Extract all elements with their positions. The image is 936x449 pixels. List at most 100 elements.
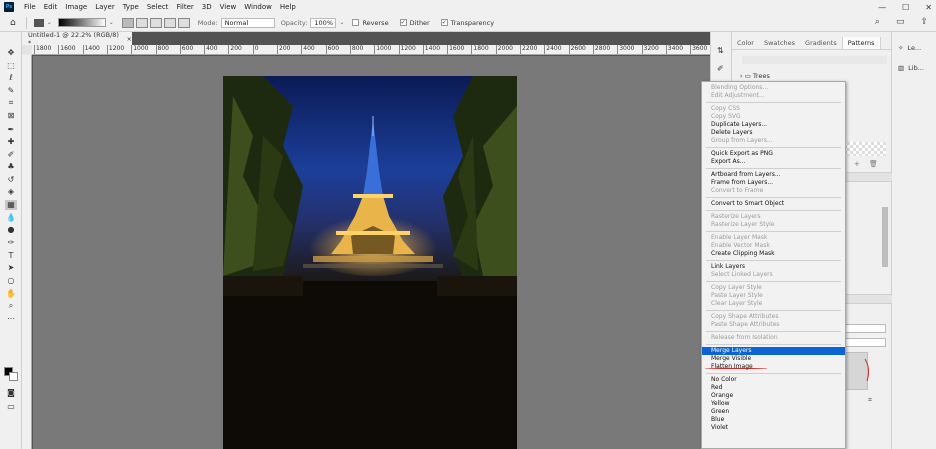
menu-item-edit-adjustment[interactable]: Edit Adjustment... xyxy=(702,92,845,100)
menu-item-rasterize-layer-style[interactable]: Rasterize Layer Style xyxy=(702,221,845,229)
menu-item-blending-options[interactable]: Blending Options... xyxy=(702,84,845,92)
frame-tool-icon[interactable]: ⊠ xyxy=(5,111,17,121)
blur-tool-icon[interactable]: 💧 xyxy=(5,213,17,223)
close-icon[interactable]: × xyxy=(127,35,132,43)
menu-item-red[interactable]: Red xyxy=(702,384,845,392)
type-tool-icon[interactable]: T xyxy=(5,251,17,261)
close-icon[interactable]: ✕ xyxy=(925,3,932,12)
learn-panel-entry[interactable]: ✧ Le... xyxy=(898,44,921,52)
history-brush-icon[interactable]: ↺ xyxy=(5,175,17,185)
reverse-checkbox[interactable] xyxy=(352,19,360,26)
menu-item-delete-layers[interactable]: Delete Layers xyxy=(702,129,845,137)
menu-item-export-as[interactable]: Export As... xyxy=(702,158,845,166)
lock-icon[interactable]: ⌗ xyxy=(868,396,872,405)
screen-mode-icon[interactable]: ▭ xyxy=(5,402,17,412)
healing-brush-icon[interactable]: ✚ xyxy=(5,137,17,147)
add-pattern-icon[interactable]: + xyxy=(854,160,860,168)
menu-item-artboard-from-layers[interactable]: Artboard from Layers... xyxy=(702,171,845,179)
quick-select-tool-icon[interactable]: ✎ xyxy=(5,86,17,96)
menu-item-blue[interactable]: Blue xyxy=(702,416,845,424)
marquee-tool-icon[interactable]: ⬚ xyxy=(5,61,17,71)
menu-item-select-linked-layers[interactable]: Select Linked Layers xyxy=(702,271,845,279)
tab-swatches[interactable]: Swatches xyxy=(759,37,800,49)
panel-scrollbar[interactable] xyxy=(882,207,888,267)
home-icon[interactable]: ⌂ xyxy=(10,18,16,28)
opacity-field[interactable]: 100% xyxy=(310,17,337,28)
libraries-panel-entry[interactable]: ▥ Lib... xyxy=(898,64,924,72)
menu-item-release-from-isolation[interactable]: Release from Isolation xyxy=(702,334,845,342)
menu-item-create-clipping-mask[interactable]: Create Clipping Mask xyxy=(702,250,845,258)
angle-gradient-button[interactable] xyxy=(149,17,162,28)
menu-item-flatten-image[interactable]: Flatten Image xyxy=(702,363,845,371)
menu-item-enable-layer-mask[interactable]: Enable Layer Mask xyxy=(702,234,845,242)
menu-item-copy-shape-attributes[interactable]: Copy Shape Attributes xyxy=(702,313,845,321)
menu-item-yellow[interactable]: Yellow xyxy=(702,400,845,408)
more-tools-icon[interactable]: ⋯ xyxy=(5,314,17,324)
move-tool-icon[interactable]: ✥ xyxy=(5,48,17,58)
vertical-ruler[interactable] xyxy=(22,55,32,449)
path-select-tool-icon[interactable]: ➤ xyxy=(5,263,17,273)
radial-gradient-button[interactable] xyxy=(135,17,148,28)
chevron-down-icon[interactable]: ⌄ xyxy=(47,19,52,26)
menu-item-merge-layers[interactable]: Merge Layers xyxy=(702,347,845,355)
gradient-tool-icon[interactable]: ▦ xyxy=(5,200,17,210)
menu-item-merge-visible[interactable]: Merge Visible xyxy=(702,355,845,363)
reflected-gradient-button[interactable] xyxy=(163,17,176,28)
dodge-tool-icon[interactable]: ● xyxy=(5,225,17,235)
menu-type[interactable]: Type xyxy=(119,3,143,11)
menu-item-group-from-layers[interactable]: Group from Layers... xyxy=(702,137,845,145)
menu-item-copy-css[interactable]: Copy CSS xyxy=(702,105,845,113)
menu-item-quick-export-as-png[interactable]: Quick Export as PNG xyxy=(702,150,845,158)
tab-color[interactable]: Color xyxy=(732,37,759,49)
minimize-icon[interactable]: — xyxy=(878,3,886,12)
menu-item-clear-layer-style[interactable]: Clear Layer Style xyxy=(702,300,845,308)
chevron-down-icon[interactable]: ⌄ xyxy=(109,19,114,26)
menu-filter[interactable]: Filter xyxy=(172,3,197,11)
menu-edit[interactable]: Edit xyxy=(40,3,62,11)
pattern-thumbnail[interactable] xyxy=(844,142,886,156)
zoom-tool-icon[interactable]: ⌕ xyxy=(5,301,17,311)
clone-stamp-icon[interactable]: ♣ xyxy=(5,162,17,172)
linear-gradient-button[interactable] xyxy=(121,17,134,28)
menu-select[interactable]: Select xyxy=(143,3,173,11)
menu-layer[interactable]: Layer xyxy=(91,3,119,11)
trees-folder[interactable]: › ▭ Trees xyxy=(740,72,770,80)
lasso-tool-icon[interactable]: ℓ xyxy=(5,73,17,83)
canvas-area[interactable] xyxy=(33,56,710,449)
menu-file[interactable]: File xyxy=(20,3,40,11)
pattern-search-input[interactable] xyxy=(742,56,887,64)
menu-window[interactable]: Window xyxy=(240,3,276,11)
menu-3d[interactable]: 3D xyxy=(198,3,216,11)
crop-tool-icon[interactable]: ⌗ xyxy=(5,98,17,108)
menu-item-convert-to-frame[interactable]: Convert to Frame xyxy=(702,187,845,195)
menu-item-frame-from-layers[interactable]: Frame from Layers... xyxy=(702,179,845,187)
eraser-tool-icon[interactable]: ◈ xyxy=(5,187,17,197)
tab-patterns[interactable]: Patterns xyxy=(841,37,881,49)
menu-item-no-color[interactable]: No Color xyxy=(702,376,845,384)
background-color-swatch[interactable] xyxy=(9,372,18,381)
quick-mask-icon[interactable]: ◙ xyxy=(5,388,17,398)
tab-gradients[interactable]: Gradients xyxy=(800,37,842,49)
tool-preset-icon[interactable] xyxy=(33,18,44,27)
gradient-picker[interactable] xyxy=(57,18,106,27)
mode-select[interactable]: Normal xyxy=(220,17,275,28)
diamond-gradient-button[interactable] xyxy=(177,17,190,28)
menu-view[interactable]: View xyxy=(216,3,241,11)
menu-item-copy-svg[interactable]: Copy SVG xyxy=(702,113,845,121)
eyedropper-tool-icon[interactable]: ✒ xyxy=(5,125,17,135)
dither-checkbox[interactable]: ✓ xyxy=(399,19,407,26)
chevron-down-icon[interactable]: ⌄ xyxy=(339,19,344,26)
ruler-origin[interactable] xyxy=(22,45,32,55)
layers-opacity-field[interactable] xyxy=(844,324,886,333)
menu-item-enable-vector-mask[interactable]: Enable Vector Mask xyxy=(702,242,845,250)
hand-tool-icon[interactable]: ✋ xyxy=(5,289,17,299)
brush-panel-icon[interactable]: ✐ xyxy=(717,64,724,73)
transparency-checkbox[interactable]: ✓ xyxy=(440,19,448,26)
workspace-icon[interactable]: ▭ xyxy=(896,17,905,27)
share-icon[interactable]: ⇪ xyxy=(920,17,928,27)
menu-item-convert-to-smart-object[interactable]: Convert to Smart Object xyxy=(702,200,845,208)
menu-item-paste-shape-attributes[interactable]: Paste Shape Attributes xyxy=(702,321,845,329)
menu-item-paste-layer-style[interactable]: Paste Layer Style xyxy=(702,292,845,300)
menu-item-violet[interactable]: Violet xyxy=(702,424,845,432)
brush-tool-icon[interactable]: ✐ xyxy=(5,150,17,160)
